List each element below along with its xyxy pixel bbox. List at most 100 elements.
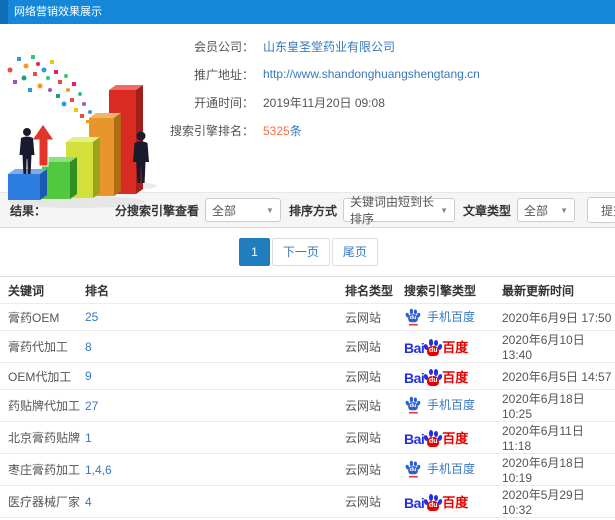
- mobile-baidu-label: 手机百度: [427, 309, 476, 324]
- baidu-logo: Bai du 百度: [404, 368, 469, 386]
- keyword-cell: 膏药代加工: [0, 330, 85, 363]
- table-body: 膏药OEM 25 云网站 du 手机百度 2020年6月9日 17:50 膏药代加工 8 云网站…: [0, 303, 615, 520]
- table-row: OEM代加工 9 云网站 Bai du 百度 2020年6月5日 14:57: [0, 362, 615, 390]
- mobile-baidu-label: 手机百度: [427, 398, 476, 412]
- info-row-rank-count: 搜索引擎排名： 5325条: [170, 116, 615, 144]
- mobile-baidu-label: 手机百度: [427, 462, 476, 476]
- page-title: 网络营销效果展示: [14, 6, 102, 18]
- updated-cell: 2020年6月11日 11:18: [502, 421, 615, 454]
- rank-cell: 1,4,6: [85, 453, 345, 486]
- company-label: 会员公司：: [193, 39, 254, 54]
- account-info-section: 会员公司： 山东皇圣堂药业有限公司 推广地址： http://www.shand…: [0, 24, 615, 208]
- table-row: 膏药代加工 8 云网站 Bai du 百度 2020年6月10日 13:40: [0, 330, 615, 363]
- rank-count-label: 搜索引擎排名：: [170, 123, 255, 138]
- rank-link[interactable]: 8: [85, 340, 92, 354]
- updated-cell: 2020年6月9日 17:50: [502, 303, 615, 331]
- rank-type-cell: 云网站: [345, 453, 400, 486]
- rank-type-cell: 云网站: [345, 389, 400, 422]
- rank-cell: 4: [85, 485, 345, 518]
- mobile-baidu-logo: du 手机百度: [404, 308, 475, 325]
- baidu-paw-icon: du: [405, 308, 421, 325]
- filter-controls: 分搜索引擎查看 全部 ▼ 排序方式 关键词由短到长排序 ▼ 文章类型 全部 ▼ …: [115, 195, 615, 226]
- keyword-cell: 北京膏药贴牌: [0, 421, 85, 454]
- rank-type-cell: 云网站: [345, 485, 400, 518]
- account-info-list: 会员公司： 山东皇圣堂药业有限公司 推广地址： http://www.shand…: [170, 24, 615, 144]
- table-row: 药贴牌代加工 27 云网站 du 手机百度 2020年6月18日 10:25: [0, 389, 615, 422]
- engine-filter-select[interactable]: 全部 ▼: [204, 198, 281, 222]
- keyword-cell: 枣庄膏药加工: [0, 453, 85, 486]
- baidu-paw-icon: du: [405, 460, 421, 478]
- rank-count-number: 5325: [263, 123, 290, 138]
- info-row-company: 会员公司： 山东皇圣堂药业有限公司: [170, 32, 615, 60]
- rank-link[interactable]: 1: [85, 431, 92, 445]
- table-row: 医疗器械厂家 4 云网站 Bai du 百度 2020年5月29日 10:32: [0, 485, 615, 518]
- chevron-down-icon: ▼: [440, 205, 448, 215]
- col-keyword: 关键词: [0, 276, 85, 304]
- article-type-select[interactable]: 全部 ▼: [517, 198, 575, 222]
- col-rank: 排名: [85, 276, 345, 304]
- confetti-dots: [7, 55, 96, 123]
- baidu-logo: Bai du 百度: [404, 430, 469, 447]
- last-page-button[interactable]: 尾页: [331, 238, 378, 266]
- sort-filter-select[interactable]: 关键词由短到长排序 ▼: [342, 195, 455, 226]
- rank-type-cell: 云网站: [345, 330, 400, 363]
- article-type-value: 全部: [524, 203, 549, 218]
- sort-filter-label: 排序方式: [288, 203, 337, 218]
- engine-cell: du 手机百度: [400, 303, 502, 331]
- keyword-cell: 医疗器械厂家: [0, 485, 85, 518]
- rank-cell: 9: [85, 362, 345, 390]
- pagination: 1 下一页 尾页: [0, 228, 615, 276]
- keyword-cell: 药贴牌代加工: [0, 389, 85, 422]
- rank-cell: 1: [85, 421, 345, 454]
- company-link[interactable]: 山东皇圣堂药业有限公司: [263, 38, 395, 55]
- promo-url-label: 推广地址：: [193, 67, 254, 82]
- keyword-cell: OEM代加工: [0, 362, 85, 390]
- chevron-down-icon: ▼: [266, 205, 274, 215]
- updated-cell: 2020年6月10日 13:40: [502, 330, 615, 363]
- info-row-open-time: 开通时间： 2019年11月20日 09:08: [170, 88, 615, 116]
- baidu-paw-icon: du: [405, 396, 421, 414]
- page-button-current[interactable]: 1: [239, 238, 270, 266]
- engine-filter-value: 全部: [211, 203, 236, 218]
- rank-count-unit: 条: [289, 123, 302, 138]
- open-time-value: 2019年11月20日 09:08: [263, 95, 385, 110]
- promo-url-link[interactable]: http://www.shandonghuangshengtang.cn: [263, 67, 480, 81]
- engine-cell: du 手机百度: [400, 453, 502, 486]
- growth-chart-illustration: [7, 55, 157, 208]
- chevron-down-icon: ▼: [560, 205, 568, 215]
- rank-link[interactable]: 1,4,6: [85, 463, 112, 477]
- engine-cell: Bai du 百度: [400, 485, 502, 518]
- col-rank-type: 排名类型: [345, 276, 400, 304]
- engine-cell: du 手机百度: [400, 389, 502, 422]
- next-page-button[interactable]: 下一页: [271, 238, 330, 266]
- baidu-paw-icon: du: [423, 430, 444, 447]
- rank-type-cell: 云网站: [345, 303, 400, 331]
- sort-filter-value: 关键词由短到长排序: [349, 195, 434, 226]
- app-header: 网络营销效果展示: [0, 0, 615, 24]
- rank-link[interactable]: 9: [85, 369, 92, 383]
- info-row-url: 推广地址： http://www.shandonghuangshengtang.…: [170, 60, 615, 88]
- article-type-label: 文章类型: [462, 203, 511, 218]
- rank-type-cell: 云网站: [345, 362, 400, 390]
- table-row: 枣庄膏药加工 1,4,6 云网站 du 手机百度 2020年6月18日 10:19: [0, 453, 615, 486]
- results-table: 关键词 排名 排名类型 搜索引擎类型 最新更新时间 膏药OEM 25 云网站 du 手机…: [0, 276, 615, 520]
- baidu-paw-icon: du: [423, 494, 444, 511]
- mobile-baidu-logo: du 手机百度: [404, 396, 476, 414]
- rank-cell: 27: [85, 389, 345, 422]
- rank-link[interactable]: 27: [85, 399, 98, 413]
- col-updated: 最新更新时间: [502, 276, 615, 304]
- rank-link[interactable]: 25: [85, 310, 98, 324]
- updated-cell: 2020年5月29日 10:32: [502, 485, 615, 518]
- rank-link[interactable]: 4: [85, 495, 92, 509]
- engine-cell: Bai du 百度: [400, 421, 502, 454]
- mobile-baidu-logo: du 手机百度: [404, 460, 476, 478]
- rank-count-value: 5325条: [263, 122, 302, 139]
- open-time-label: 开通时间：: [193, 95, 254, 110]
- table-row: 膏药OEM 25 云网站 du 手机百度 2020年6月9日 17:50: [0, 303, 615, 331]
- rank-cell: 8: [85, 330, 345, 363]
- bar-blue: [8, 169, 47, 200]
- table-row: 北京膏药贴牌 1 云网站 Bai du 百度 2020年6月11日 11:18: [0, 421, 615, 454]
- col-engine-type: 搜索引擎类型: [400, 276, 502, 304]
- updated-cell: 2020年6月18日 10:25: [502, 389, 615, 422]
- submit-button[interactable]: 提交: [587, 197, 615, 223]
